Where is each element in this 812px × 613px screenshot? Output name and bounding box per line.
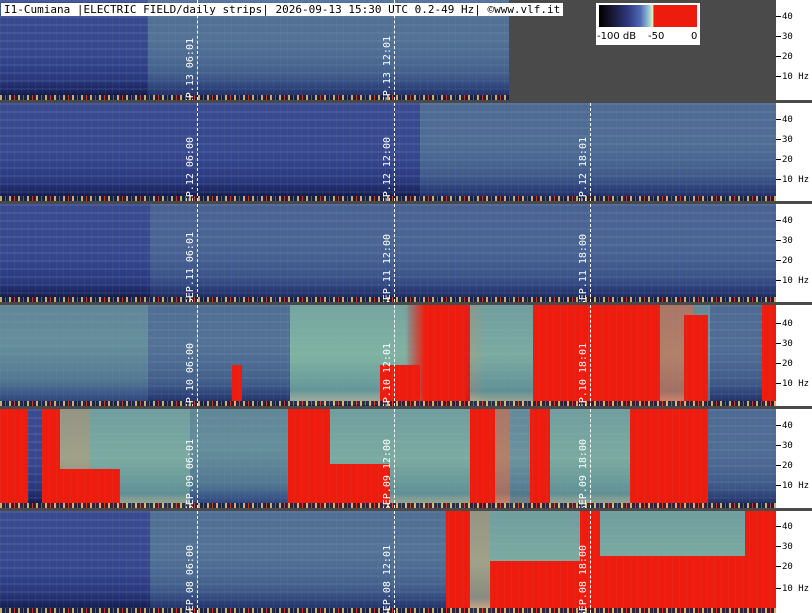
axis-tick: 10 Hz xyxy=(776,277,809,286)
time-marker-line xyxy=(590,204,591,302)
frequency-axis: 40 30 20 10 Hz xyxy=(776,204,812,302)
time-marker-label: SEP.13 06:01 xyxy=(185,38,196,100)
axis-tick: 10 Hz xyxy=(776,73,809,82)
time-marker-line xyxy=(197,511,198,613)
interference-region xyxy=(630,409,708,508)
time-marker-line xyxy=(394,305,395,406)
interference-region xyxy=(490,561,580,613)
spectrogram-strip-sep10: SEP.10 06:00 SEP.10 12:01 SEP.10 18:01 xyxy=(0,305,776,406)
axis-tick: 40 xyxy=(776,13,793,22)
spectrum-region xyxy=(470,305,540,406)
frequency-axis: 40 30 20 10 Hz xyxy=(776,511,812,613)
time-marker-line xyxy=(394,409,395,508)
interference-region xyxy=(0,409,28,508)
colorbar: -100 dB -50 0 xyxy=(596,3,700,45)
time-marker-line xyxy=(590,103,591,201)
time-marker-line xyxy=(394,103,395,201)
time-marker-line xyxy=(394,204,395,302)
time-marker-label: SEP.09 12:00 xyxy=(382,439,393,508)
interference-region xyxy=(232,365,242,406)
time-marker-label: SEP.10 12:01 xyxy=(382,343,393,406)
spectrum-region xyxy=(495,409,535,508)
colorbar-label-max: 0 xyxy=(691,31,698,42)
axis-tick: 40 xyxy=(776,116,793,125)
spectrogram-strip-sep08: SEP.08 06:00 SEP.08 12:01 SEP.08 18:00 xyxy=(0,511,776,613)
interference-region xyxy=(600,556,750,613)
axis-tick: 40 xyxy=(776,217,793,226)
spectrum-region xyxy=(708,409,776,508)
time-marker-label: SEP.13 12:01 xyxy=(382,36,393,100)
time-marker-line xyxy=(590,511,591,613)
time-marker-label: SEP.11 12:00 xyxy=(382,234,393,302)
axis-tick: 30 xyxy=(776,442,793,451)
time-marker-label: SEP.10 06:00 xyxy=(185,343,196,406)
time-marker-label: SEP.08 12:01 xyxy=(382,545,393,613)
spectrum-baseline xyxy=(0,95,509,100)
time-marker-label: SEP.10 18:01 xyxy=(578,343,589,406)
spectrogram-strip-sep12: SEP.12 06:00 SEP.12 12:00 SEP.12 18:01 xyxy=(0,103,776,201)
axis-tick: 10 Hz xyxy=(776,176,809,185)
page-title: I1-Cumiana |ELECTRIC FIELD/daily strips|… xyxy=(1,3,564,16)
axis-tick: 10 Hz xyxy=(776,380,809,389)
frequency-axis: 40 30 20 10 Hz xyxy=(776,0,812,100)
time-marker-line xyxy=(197,103,198,201)
axis-tick: 10 Hz xyxy=(776,585,809,594)
axis-tick: 40 xyxy=(776,422,793,431)
frequency-axis: 40 30 20 10 Hz xyxy=(776,305,812,406)
axis-tick: 20 xyxy=(776,156,793,165)
spectrum-region xyxy=(420,103,776,198)
time-marker-label: SEP.12 18:01 xyxy=(578,137,589,201)
colorbar-label-mid: -50 xyxy=(648,31,665,42)
axis-tick: 30 xyxy=(776,136,793,145)
spectrum-region xyxy=(0,305,148,405)
spectrum-region xyxy=(708,305,763,406)
axis-tick: 30 xyxy=(776,237,793,246)
interference-region xyxy=(330,464,390,508)
time-marker-label: SEP.12 12:00 xyxy=(382,137,393,201)
interference-region xyxy=(288,409,330,508)
axis-tick: 20 xyxy=(776,53,793,62)
spectrogram-strip-sep11: SEP.11 06:01 SEP.11 12:00 SEP.11 18:00 xyxy=(0,204,776,302)
frequency-axis: 40 30 20 10 Hz xyxy=(776,409,812,508)
time-marker-label: SEP.11 18:00 xyxy=(578,234,589,302)
time-marker-label: SEP.08 18:00 xyxy=(578,545,589,613)
axis-tick: 30 xyxy=(776,543,793,552)
time-marker-line xyxy=(590,305,591,406)
time-marker-line xyxy=(394,511,395,613)
axis-tick: 20 xyxy=(776,563,793,572)
frequency-axis: 40 30 20 10 Hz xyxy=(776,103,812,201)
axis-tick: 30 xyxy=(776,340,793,349)
axis-tick: 40 xyxy=(776,320,793,329)
axis-tick: 20 xyxy=(776,360,793,369)
axis-tick: 10 Hz xyxy=(776,482,809,491)
time-marker-label: SEP.09 18:00 xyxy=(578,439,589,508)
time-marker-label: SEP.09 06:01 xyxy=(185,439,196,508)
time-marker-line xyxy=(197,409,198,508)
time-marker-label: SEP.08 06:00 xyxy=(185,545,196,613)
interference-region xyxy=(762,305,776,406)
axis-tick: 30 xyxy=(776,33,793,42)
axis-tick: 40 xyxy=(776,523,793,532)
interference-region xyxy=(530,409,550,508)
interference-region xyxy=(745,511,776,613)
colorbar-label-min: -100 dB xyxy=(597,31,637,42)
interference-region xyxy=(684,315,708,406)
time-marker-line xyxy=(197,305,198,406)
time-marker-label: SEP.12 06:00 xyxy=(185,137,196,201)
spectrum-region xyxy=(150,204,776,299)
spectrum-region xyxy=(190,409,288,508)
time-marker-line xyxy=(197,204,198,302)
time-marker-line xyxy=(590,409,591,508)
axis-tick: 20 xyxy=(776,257,793,266)
axis-tick: 20 xyxy=(776,462,793,471)
colorbar-gradient xyxy=(599,5,697,27)
spectrogram-strip-sep09: SEP.09 06:01 SEP.09 12:00 SEP.09 18:00 xyxy=(0,409,776,508)
time-marker-label: SEP.11 06:01 xyxy=(185,232,196,302)
